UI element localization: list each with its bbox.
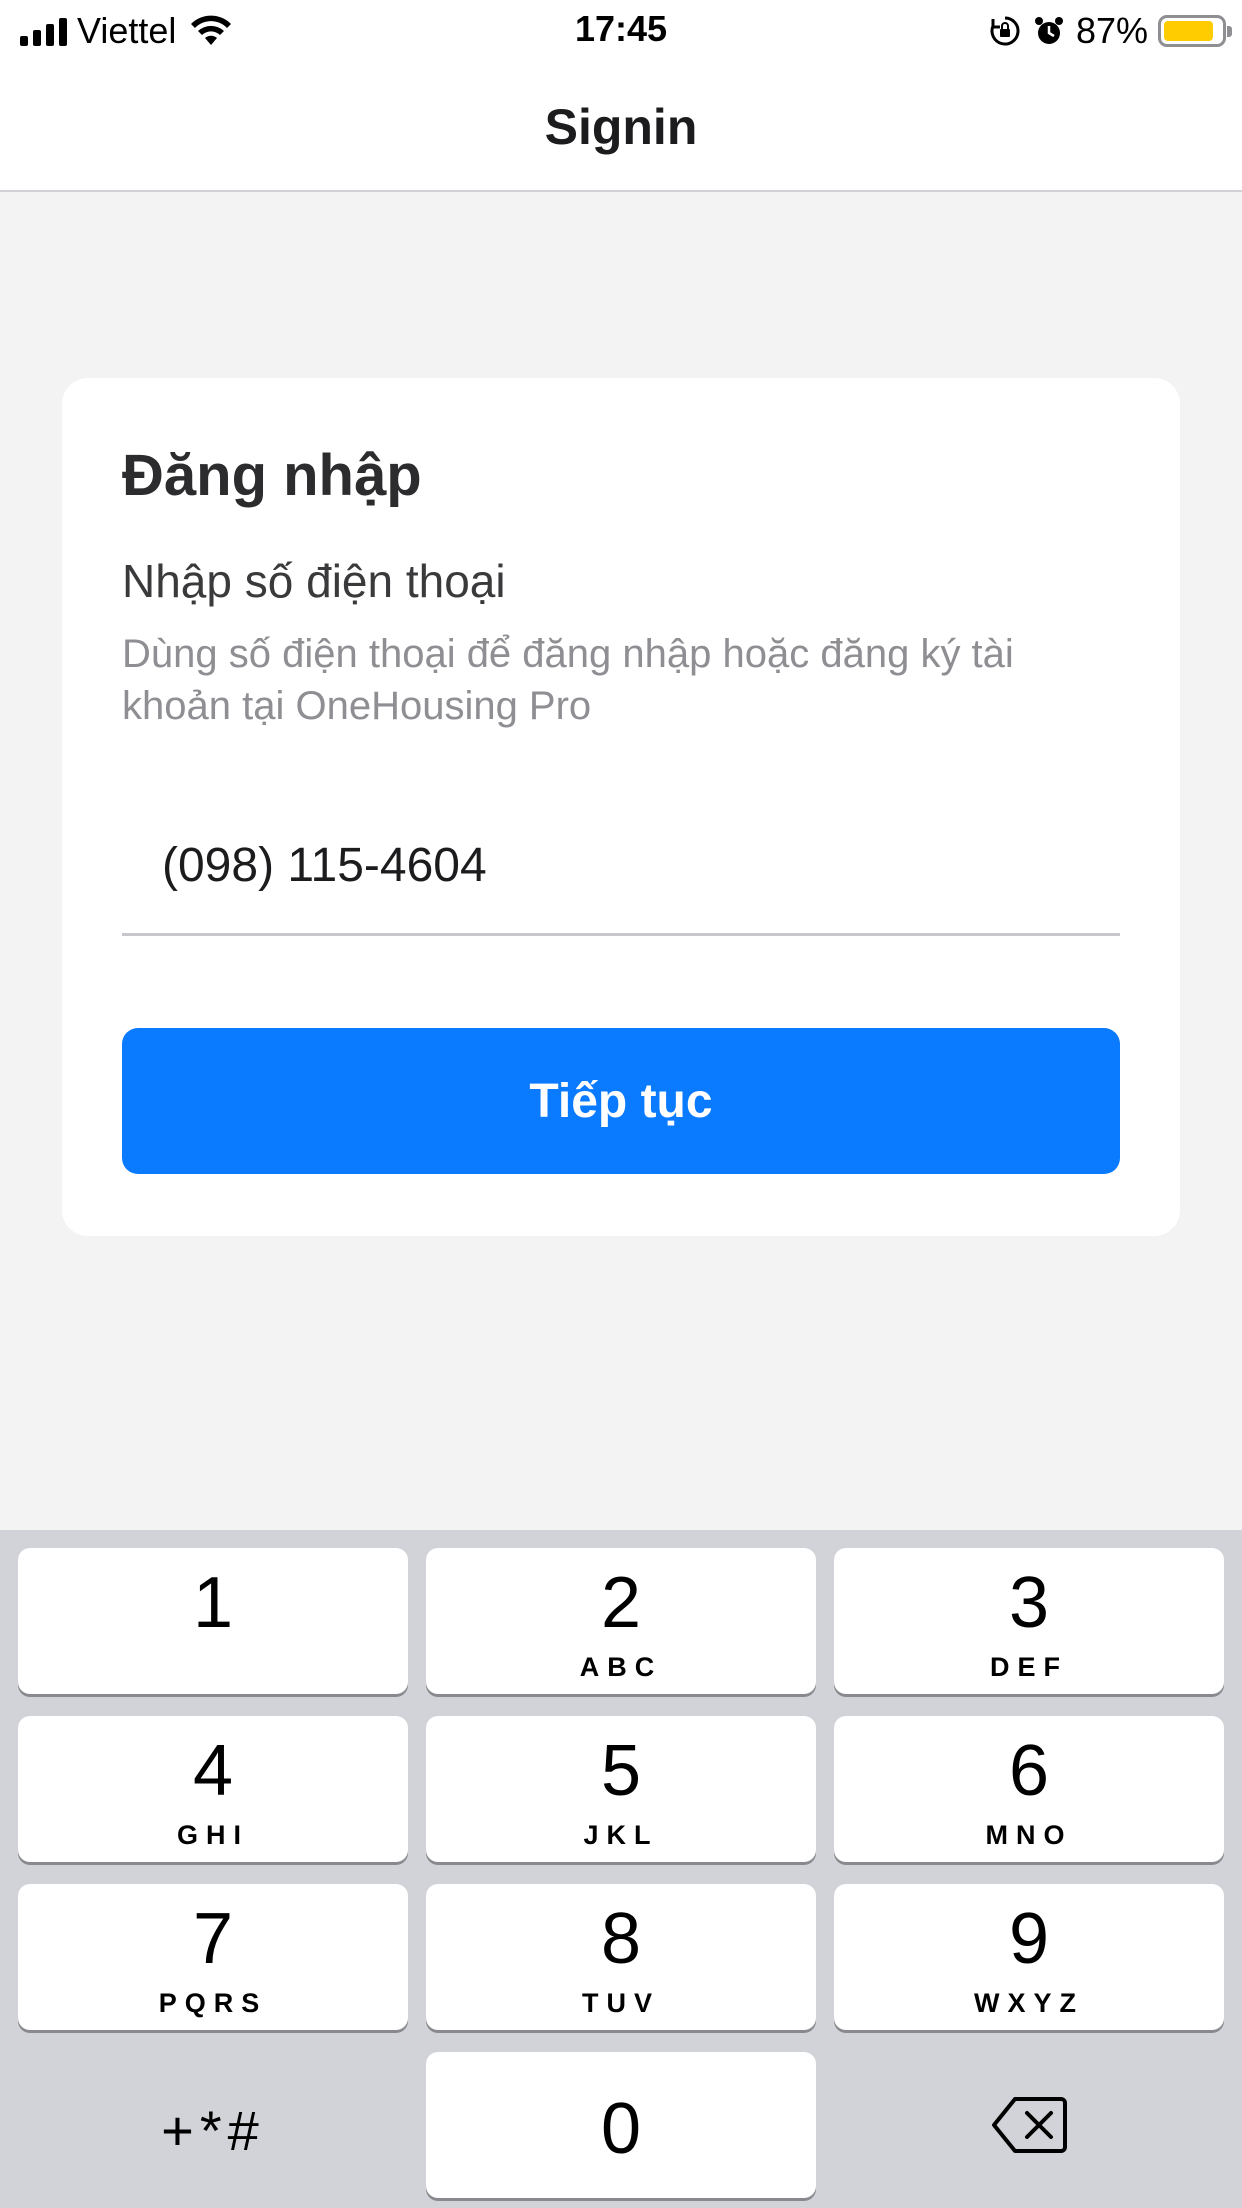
key-6[interactable]: 6 MNO <box>834 1716 1224 1862</box>
key-digit: 6 <box>1008 1731 1050 1811</box>
key-4[interactable]: 4 GHI <box>18 1716 408 1862</box>
key-9[interactable]: 9 WXYZ <box>834 1884 1224 2030</box>
continue-button[interactable]: Tiếp tục <box>122 1028 1120 1174</box>
battery-percent: 87% <box>1075 10 1148 51</box>
backspace-icon <box>992 2097 1067 2153</box>
login-card: Đăng nhập Nhập số điện thoại Dùng số điệ… <box>62 378 1180 1236</box>
key-letters: JKL <box>583 1820 659 1850</box>
key-2[interactable]: 2 ABC <box>426 1548 816 1694</box>
key-1[interactable]: 1 <box>18 1548 408 1694</box>
key-digit: 8 <box>600 1899 642 1979</box>
key-3[interactable]: 3 DEF <box>834 1548 1224 1694</box>
key-letters: WXYZ <box>974 1988 1084 2018</box>
phone-field-label: Nhập số điện thoại <box>122 555 506 607</box>
battery-level <box>1164 21 1213 41</box>
navigation-bar: Signin <box>0 62 1242 192</box>
login-heading: Đăng nhập <box>122 443 422 508</box>
alarm-icon <box>1034 17 1063 44</box>
delete-key[interactable] <box>834 2052 1224 2198</box>
status-bar-right: 87% <box>988 8 1232 54</box>
key-letters: DEF <box>990 1652 1068 1682</box>
phone-input[interactable] <box>122 798 1120 936</box>
battery-icon <box>1158 15 1232 47</box>
key-digit: 0 <box>600 2089 642 2169</box>
orientation-lock-icon <box>990 16 1020 46</box>
key-digit: 7 <box>192 1899 234 1979</box>
key-letters: ABC <box>579 1652 663 1682</box>
key-digit: 9 <box>1008 1899 1050 1979</box>
key-7[interactable]: 7 PQRS <box>18 1884 408 2030</box>
page-title: Signin <box>544 99 698 155</box>
key-digit: 4 <box>192 1731 234 1811</box>
key-digit: 1 <box>192 1563 234 1643</box>
symbols-label: +*# <box>161 2099 265 2162</box>
symbols-key[interactable]: +*# <box>18 2052 408 2198</box>
key-letters: GHI <box>176 1820 249 1850</box>
key-digit: 2 <box>600 1563 642 1643</box>
key-letters: TUV <box>582 1988 660 2018</box>
phone-field-help: Dùng số điện thoại để đăng nhập hoặc đăn… <box>122 632 1014 728</box>
numeric-keypad: 1 2 ABC 3 DEF 4 GHI 5 JKL 6 MNO 7 PQRS 8… <box>0 1530 1242 2208</box>
key-letters: MNO <box>985 1820 1073 1850</box>
key-letters: PQRS <box>158 1988 268 2018</box>
key-8[interactable]: 8 TUV <box>426 1884 816 2030</box>
status-bar: Viettel 17:45 87% <box>0 0 1242 62</box>
key-digit: 5 <box>600 1731 642 1811</box>
key-0[interactable]: 0 <box>426 2052 816 2198</box>
key-5[interactable]: 5 JKL <box>426 1716 816 1862</box>
key-digit: 3 <box>1008 1563 1050 1643</box>
